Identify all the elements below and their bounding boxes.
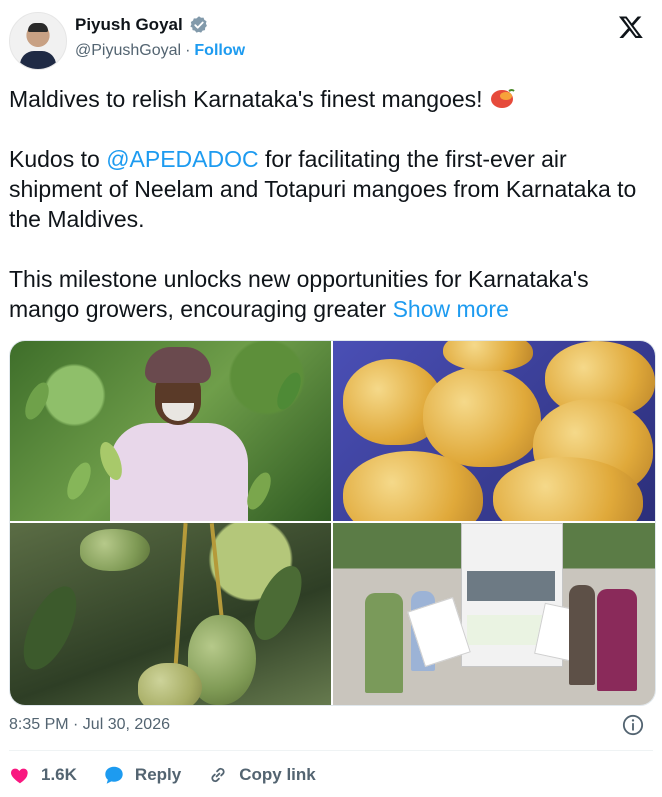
like-button[interactable]: 1.6K <box>9 764 77 786</box>
author-handle-row: @PiyushGoyal · Follow <box>75 42 245 60</box>
author-handle[interactable]: @PiyushGoyal <box>75 42 181 60</box>
photo-hanging-green-mangoes[interactable] <box>10 523 331 705</box>
link-icon <box>211 767 225 783</box>
author-name-row: Piyush Goyal <box>75 15 209 35</box>
author-name[interactable]: Piyush Goyal <box>75 15 183 35</box>
copy-link-label: Copy link <box>239 765 316 784</box>
info-icon[interactable] <box>622 714 644 736</box>
reply-button[interactable]: Reply <box>103 764 181 786</box>
reply-label: Reply <box>134 765 182 784</box>
tweet-text: Maldives to relish Karnataka's finest ma… <box>9 84 654 354</box>
photo-flag-off-ceremony[interactable] <box>333 523 655 705</box>
heart-icon <box>11 768 28 784</box>
actions-divider <box>9 750 653 751</box>
like-count: 1.6K <box>41 765 77 784</box>
verified-badge-icon <box>190 16 207 33</box>
tweet-timestamp[interactable]: 8:35 PM · Jul 30, 2026 <box>9 716 170 734</box>
mango-emoji-icon <box>490 89 515 108</box>
separator-dot: · <box>185 42 191 59</box>
copy-link-button[interactable]: Copy link <box>207 764 316 786</box>
media-grid <box>9 340 656 706</box>
tweet-actions: 1.6K Reply Copy link <box>9 764 342 786</box>
tweet-p2-prefix: Kudos to <box>9 146 107 172</box>
tweet-card: Piyush Goyal @PiyushGoyal · Follow Maldi… <box>0 0 662 797</box>
show-more-link[interactable]: Show more <box>393 296 509 322</box>
author-avatar[interactable] <box>9 12 67 70</box>
mention-link[interactable]: @APEDADOC <box>106 146 258 172</box>
photo-farmer-in-orchard[interactable] <box>10 341 331 521</box>
photo-mangoes-closeup[interactable] <box>333 341 655 521</box>
tweet-line-1: Maldives to relish Karnataka's finest ma… <box>9 86 483 112</box>
x-logo-icon[interactable] <box>618 14 644 40</box>
follow-button[interactable]: Follow <box>194 42 245 60</box>
reply-bubble-icon <box>105 766 123 784</box>
